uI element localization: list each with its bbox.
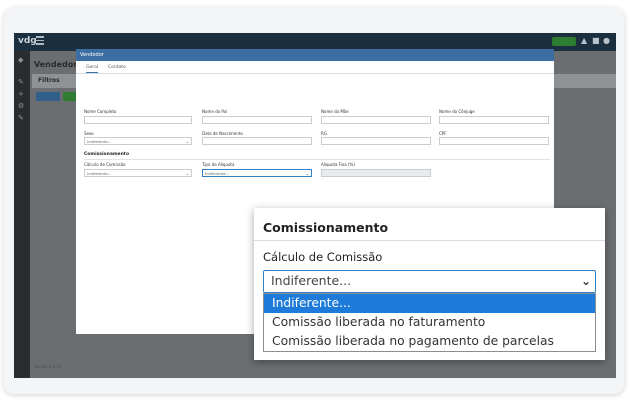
calculo-comissao-label: Cálculo de Comissão (84, 162, 126, 167)
sidebar-settings-icon[interactable]: ⚙ (18, 103, 26, 110)
data-nascimento-label: Data de Nascimento (202, 131, 243, 136)
nome-pai-label: Nome do Pai (202, 109, 228, 114)
tipo-aliquota-label: Tipo da Alíquota (202, 162, 235, 167)
nome-conjuge-label: Nome do Cônjuge (439, 109, 475, 114)
nome-completo-input[interactable] (84, 116, 192, 124)
search-button[interactable] (36, 92, 60, 101)
topbar-action-button[interactable] (552, 37, 576, 46)
modal-tabs: Geral Contato (76, 61, 554, 74)
new-button[interactable] (63, 92, 77, 101)
sexo-label: Sexo (84, 131, 94, 136)
sidebar-home-icon[interactable]: ◆ (18, 57, 26, 64)
dropdown-option-indiferente[interactable]: Indiferente... (264, 294, 595, 313)
chevron-down-icon: ⌄ (580, 274, 591, 288)
sidebar: ◆ ✎ + ⚙ ✎ (14, 51, 30, 378)
nome-pai-input[interactable] (202, 116, 312, 124)
tab-geral[interactable]: Geral (86, 65, 99, 73)
rg-label: RG (321, 131, 327, 136)
section-divider (84, 159, 550, 160)
version-footer: Versão 3.0.22 (34, 364, 62, 369)
mail-icon[interactable]: ■ (592, 36, 600, 45)
chevron-down-icon: ⌄ (185, 171, 189, 176)
sidebar-edit-icon[interactable]: ✎ (18, 79, 26, 86)
filter-label: Filtros (38, 77, 60, 84)
tipo-aliquota-select[interactable]: Indiferente... ⌄ (202, 169, 312, 177)
cpf-label: CPF (439, 131, 447, 136)
zoom-callout-panel: Comissionamento Cálculo de Comissão Indi… (254, 208, 605, 360)
menu-icon[interactable] (36, 36, 44, 45)
zoom-divider (254, 240, 605, 241)
data-nascimento-input[interactable] (202, 137, 312, 145)
sexo-value: Indiferente... (87, 139, 112, 144)
user-icon[interactable]: ● (603, 36, 610, 45)
dropdown-option-faturamento[interactable]: Comissão liberada no faturamento (264, 313, 595, 332)
nome-completo-label: Nome Completo (84, 109, 117, 114)
nome-mae-label: Nome da Mãe (321, 109, 349, 114)
aliquota-fixa-input[interactable] (321, 169, 431, 177)
sexo-select[interactable]: Indiferente... ⌄ (84, 137, 192, 145)
chevron-down-icon: ⌄ (185, 139, 189, 144)
aliquota-fixa-label: Alíquota Fixa (%) (321, 162, 355, 167)
bell-icon[interactable]: ▲ (581, 36, 587, 45)
zoom-field-label: Cálculo de Comissão (263, 250, 383, 264)
chevron-down-icon: ⌄ (305, 171, 309, 176)
calculo-comissao-value: Indiferente... (87, 171, 112, 176)
modal-title: Vendedor (76, 49, 554, 61)
comissionamento-section-title: Comissionamento (84, 152, 130, 157)
calculo-comissao-select[interactable]: Indiferente... ⌄ (84, 169, 192, 177)
zoom-section-title: Comissionamento (263, 220, 389, 235)
dropdown-selected-value: Indiferente... (271, 273, 352, 288)
nome-mae-input[interactable] (321, 116, 431, 124)
rg-input[interactable] (321, 137, 431, 145)
calculo-comissao-dropdown[interactable]: Indiferente... ⌄ (263, 270, 596, 293)
dropdown-options-list: Indiferente... Comissão liberada no fatu… (263, 293, 596, 352)
dropdown-option-parcelas[interactable]: Comissão liberada no pagamento de parcel… (264, 332, 595, 351)
tab-contato[interactable]: Contato (108, 65, 126, 70)
cpf-input[interactable] (439, 137, 549, 145)
sidebar-tool-icon[interactable]: ✎ (18, 115, 26, 122)
app-logo: vdg (18, 36, 37, 46)
tipo-aliquota-value: Indiferente... (205, 171, 230, 176)
nome-conjuge-input[interactable] (439, 116, 549, 124)
sidebar-add-icon[interactable]: + (18, 91, 26, 98)
